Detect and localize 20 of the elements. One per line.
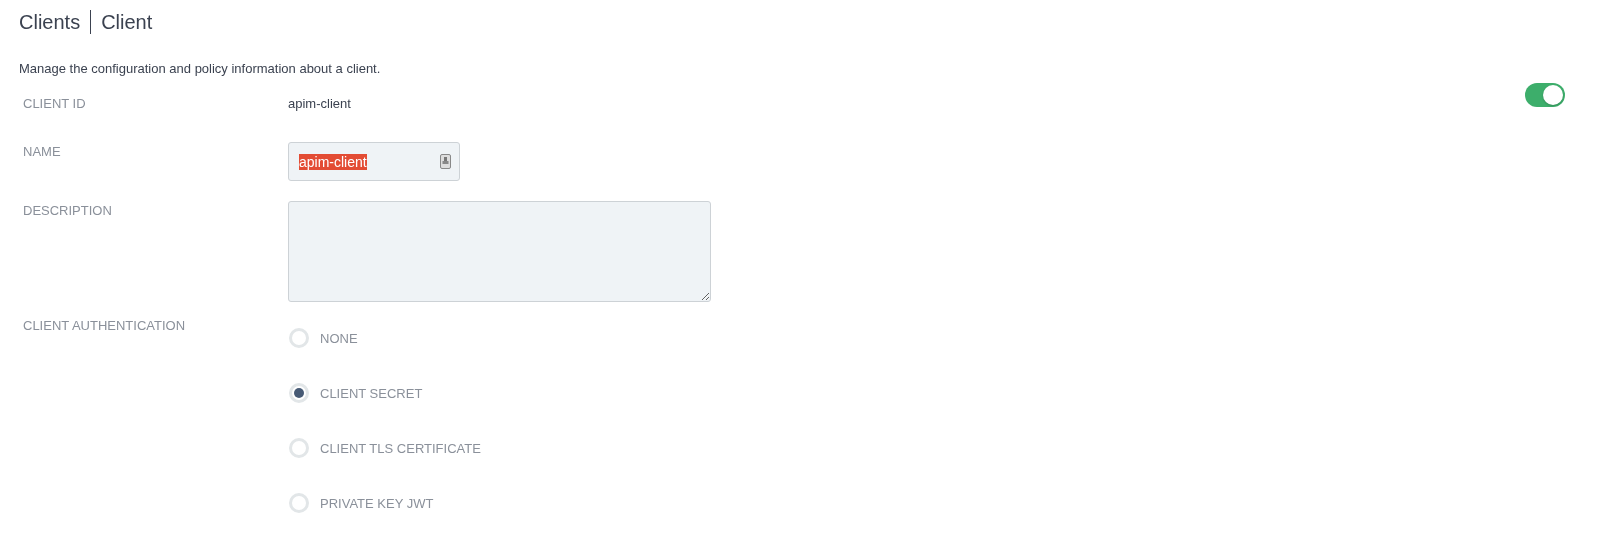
password-manager-icon[interactable] bbox=[440, 154, 451, 169]
field-label: DESCRIPTION bbox=[22, 202, 113, 218]
field-label: NAME bbox=[22, 143, 62, 159]
radio-label[interactable]: CLIENT SECRET bbox=[320, 385, 423, 401]
field-label: CLIENT AUTHENTICATION bbox=[22, 317, 187, 333]
field-label: CLIENT ID bbox=[22, 95, 87, 111]
radio-button[interactable] bbox=[289, 383, 309, 403]
radio-button[interactable] bbox=[289, 493, 309, 513]
client-id-value: apim-client bbox=[288, 95, 352, 111]
enabled-toggle[interactable] bbox=[1525, 83, 1565, 107]
radio-label[interactable]: NONE bbox=[320, 330, 358, 346]
radio-button[interactable] bbox=[289, 328, 309, 348]
breadcrumb-section[interactable]: Clients bbox=[19, 10, 81, 34]
radio-button[interactable] bbox=[289, 438, 309, 458]
intro-text: Manage the configuration and policy information about a client. bbox=[19, 61, 382, 76]
page-title: Client bbox=[101, 10, 153, 34]
radio-label[interactable]: PRIVATE KEY JWT bbox=[320, 495, 434, 511]
name-field[interactable]: apim-client bbox=[288, 142, 460, 181]
description-field[interactable] bbox=[288, 201, 711, 302]
radio-label[interactable]: CLIENT TLS CERTIFICATE bbox=[320, 440, 481, 456]
